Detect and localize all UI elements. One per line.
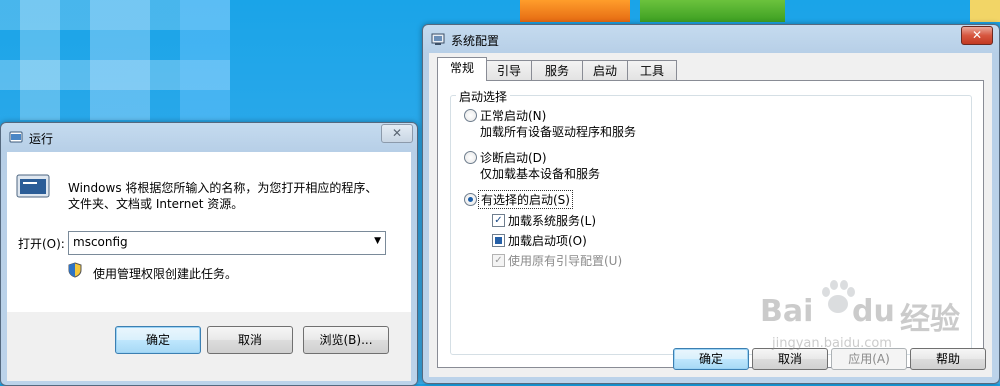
normal-startup-desc: 加载所有设备驱动程序和服务 [480,125,637,139]
radio-selective-startup[interactable] [464,193,477,206]
shield-icon [68,262,82,278]
desktop-mosaic [0,0,230,120]
msconfig-title: 系统配置 [451,34,500,48]
desktop-wallpaper-fragment [520,0,630,22]
tab-general[interactable]: 常规 [437,57,487,81]
use-original-boot-config-label: 使用原有引导配置(U) [508,254,623,268]
run-cancel-button[interactable]: 取消 [207,326,293,354]
tab-tools[interactable]: 工具 [627,60,677,81]
load-system-services-label[interactable]: 加载系统服务(L) [508,212,596,229]
msconfig-titlebar: 系统配置 ✕ [423,25,999,53]
run-client: Windows 将根据您所输入的名称，为您打开相应的程序、 文件夹、文档或 In… [7,152,411,381]
load-system-services-checkbox[interactable]: ✓ [492,214,505,227]
run-icon [9,131,23,143]
use-original-boot-config-checkbox: ✓ [492,254,505,267]
watermark-url: jingyan.baidu.com [772,336,892,351]
run-open-label: 打开(O): [18,237,65,251]
load-startup-items-checkbox[interactable] [492,234,505,247]
run-description-line2: 文件夹、文档或 Internet 资源。 [68,197,244,211]
tab-services[interactable]: 服务 [531,60,583,81]
baidu-watermark: Bai du 经验 jingyan.baidu.com [760,280,990,362]
desktop-wallpaper-fragment [640,0,785,22]
msconfig-ok-button[interactable]: 确定 [673,348,749,370]
radio-diagnostic-startup[interactable] [464,151,477,164]
watermark-brand: Bai [760,294,814,329]
desktop-wallpaper-fragment [970,0,1000,22]
normal-startup-label[interactable]: 正常启动(N) [480,107,546,124]
run-admin-note: 使用管理权限创建此任务。 [93,267,238,281]
run-title: 运行 [29,132,54,146]
tab-boot[interactable]: 引导 [486,60,532,81]
run-close-button[interactable]: ✕ [381,124,413,143]
diagnostic-startup-desc: 仅加载基本设备和服务 [480,167,601,181]
run-titlebar: 运行 ✕ [1,123,417,151]
watermark-brand2: du [852,294,895,329]
diagnostic-startup-label[interactable]: 诊断启动(D) [480,149,547,166]
startup-selection-label: 启动选择 [456,88,511,105]
run-dialog: 运行 ✕ Windows 将根据您所输入的名称，为您打开相应的程序、 文件夹、文… [0,122,418,386]
run-open-combobox[interactable]: msconfig ▼ [68,231,386,255]
watermark-brand3: 经验 [900,302,960,337]
system-config-icon [431,33,445,45]
msconfig-close-button[interactable]: ✕ [961,26,993,45]
run-open-input[interactable]: msconfig [73,235,128,249]
selective-startup-label[interactable]: 有选择的启动(S) [478,190,573,209]
load-startup-items-label[interactable]: 加载启动项(O) [508,232,587,249]
run-description-line1: Windows 将根据您所输入的名称，为您打开相应的程序、 [68,181,378,195]
radio-normal-startup[interactable] [464,109,477,122]
tab-startup[interactable]: 启动 [582,60,628,81]
chevron-down-icon[interactable]: ▼ [374,236,381,246]
run-program-icon [16,174,50,198]
run-ok-button[interactable]: 确定 [115,326,201,354]
run-browse-button[interactable]: 浏览(B)... [303,326,389,354]
